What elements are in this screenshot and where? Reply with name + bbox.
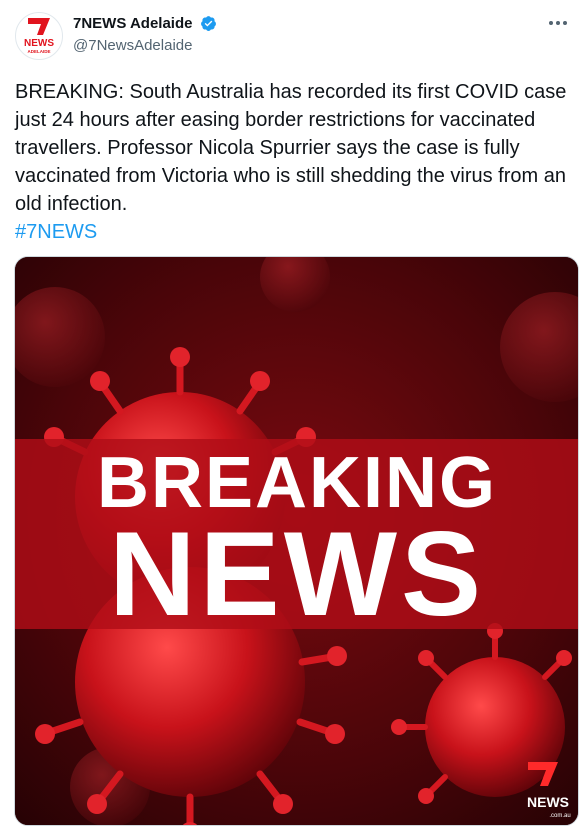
7news-logo-icon: NEWS ADELAIDE	[24, 18, 54, 54]
hashtag-link[interactable]: #7NEWS	[15, 221, 97, 243]
account-avatar[interactable]: NEWS ADELAIDE	[15, 12, 63, 60]
watermark-subtext: .com.au	[549, 813, 570, 819]
tweet-header: NEWS ADELAIDE 7NEWS Adelaide @7NewsAdela…	[15, 12, 575, 62]
verified-badge-icon	[200, 16, 216, 32]
watermark-text: NEWS	[527, 794, 569, 810]
account-handle[interactable]: @7NewsAdelaide	[73, 37, 217, 54]
tweet-body: BREAKING: South Australia has recorded i…	[15, 78, 570, 246]
breaking-news-graphic: BREAKING NEWS NEWS .com.au	[15, 257, 578, 825]
more-options-icon[interactable]	[547, 18, 569, 28]
tweet-text: BREAKING: South Australia has recorded i…	[15, 81, 567, 215]
tweet-media-image[interactable]: BREAKING NEWS NEWS .com.au	[14, 256, 579, 826]
avatar-logo-text: NEWS	[24, 38, 54, 49]
headline-line2: NEWS	[109, 507, 485, 641]
account-names: 7NEWS Adelaide @7NewsAdelaide	[73, 15, 217, 54]
display-name[interactable]: 7NEWS Adelaide	[73, 15, 192, 32]
avatar-logo-subtext: ADELAIDE	[27, 49, 50, 54]
